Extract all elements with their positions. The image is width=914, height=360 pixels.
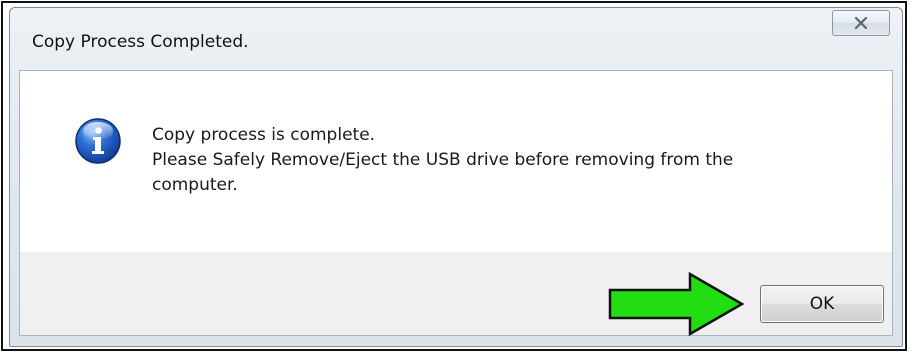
- close-icon: [854, 17, 868, 29]
- message-text: Copy process is complete. Please Safely …: [152, 123, 872, 198]
- screenshot-frame: Copy Process Completed. Copy process is …: [1, 1, 907, 351]
- green-arrow-icon: [608, 272, 745, 336]
- ok-button[interactable]: OK: [760, 285, 884, 323]
- window-title: Copy Process Completed.: [32, 32, 249, 52]
- title-bar[interactable]: Copy Process Completed.: [10, 8, 902, 70]
- message-line-2: Please Safely Remove/Eject the USB drive…: [152, 150, 734, 170]
- dialog-window: Copy Process Completed. Copy process is …: [9, 7, 903, 347]
- close-button[interactable]: [832, 10, 890, 36]
- dialog-content: Copy process is complete. Please Safely …: [19, 70, 893, 336]
- info-icon: [75, 118, 121, 164]
- message-line-1: Copy process is complete.: [152, 125, 376, 145]
- button-bar: OK: [20, 252, 892, 335]
- message-panel: Copy process is complete. Please Safely …: [20, 71, 892, 252]
- message-line-3: computer.: [152, 175, 238, 195]
